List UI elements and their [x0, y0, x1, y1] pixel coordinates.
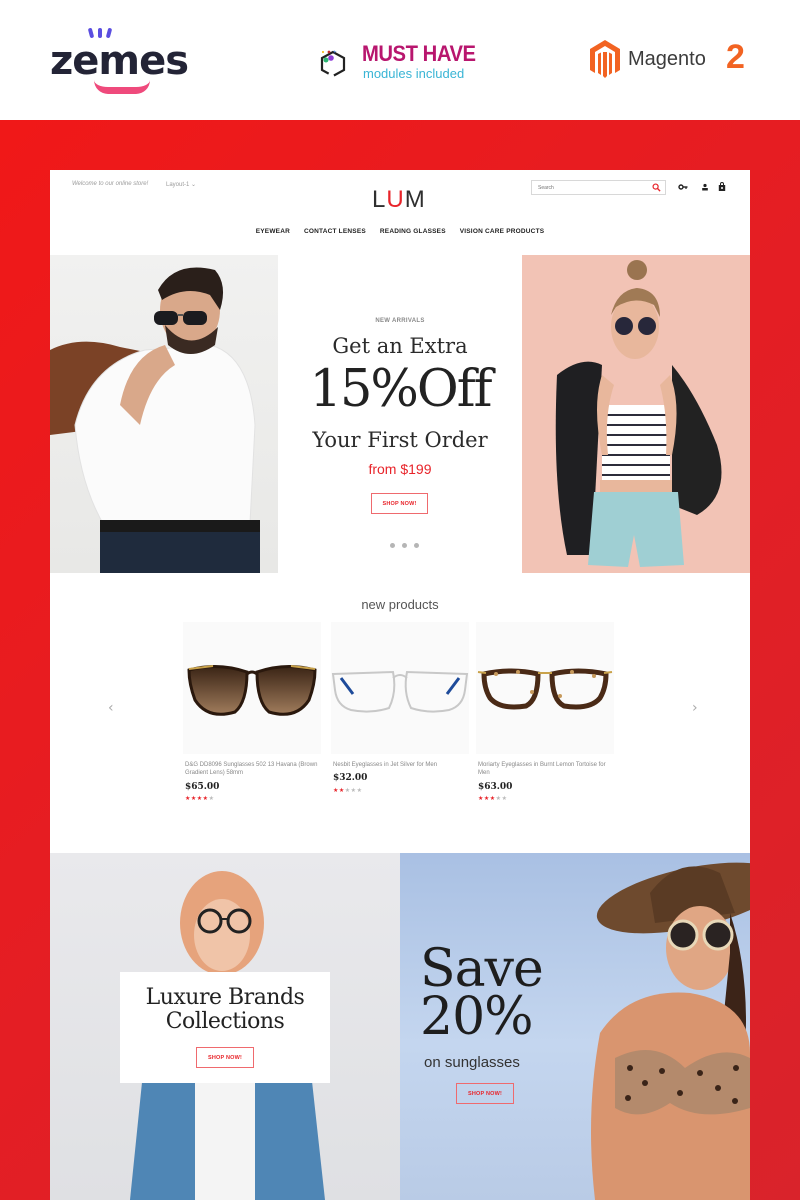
luxury-shop-now-button[interactable]: SHOP NOW!	[196, 1047, 254, 1068]
magento-logo-icon	[590, 40, 620, 78]
product-rating: ★★★★★	[185, 795, 214, 802]
silver-eyeglasses-image	[331, 670, 469, 713]
zemes-smile-icon	[94, 80, 150, 94]
store-page: Welcome to our online store! Layout-1 ⌄ …	[50, 170, 750, 1200]
store-logo[interactable]: LUM	[372, 186, 426, 214]
product-price: $32.00	[333, 773, 368, 783]
promo-header: zemes + MUST HAVE modules included Magen…	[0, 0, 800, 120]
star-empty-icon: ★	[208, 795, 215, 802]
luxury-brands-title: Luxure Brands Collections	[120, 986, 330, 1034]
magento-label: Magento	[628, 48, 706, 70]
hero-headline-line3: Your First Order	[312, 428, 488, 452]
man-photo-illustration	[50, 267, 260, 573]
search-icon[interactable]	[652, 183, 661, 192]
product-price: $65.00	[185, 782, 220, 792]
must-have-subtitle: modules included	[363, 66, 465, 81]
logo-letter-m: M	[404, 186, 426, 213]
product-image[interactable]	[476, 622, 614, 754]
hero-image-woman	[522, 255, 750, 573]
must-have-badge: + MUST HAVE modules included	[318, 40, 488, 84]
welcome-message: Welcome to our online store!	[72, 181, 149, 187]
zemes-logo: zemes	[50, 27, 205, 94]
hero-content: NEW ARRIVALS Get an Extra 15%Off Your Fi…	[278, 255, 522, 573]
zemes-wordmark: zemes	[50, 38, 189, 84]
shopping-bag-icon[interactable]	[717, 182, 727, 192]
hero-slider: NEW ARRIVALS Get an Extra 15%Off Your Fi…	[50, 255, 750, 573]
user-icon[interactable]	[700, 182, 710, 192]
svg-text:+: +	[333, 50, 337, 56]
product-name[interactable]: Moriarty Eyeglasses in Burnt Lemon Torto…	[478, 761, 612, 777]
product-price: $63.00	[478, 782, 513, 792]
nav-item-eyewear[interactable]: EYEWEAR	[256, 228, 290, 235]
main-nav: EYEWEAR CONTACT LENSES READING GLASSES V…	[50, 228, 750, 235]
product-image[interactable]	[183, 622, 321, 754]
hero-discount: 15%Off	[309, 360, 493, 419]
zemes-ticks-icon	[87, 27, 113, 39]
nav-item-contact-lenses[interactable]: CONTACT LENSES	[304, 228, 366, 235]
hero-eyebrow: NEW ARRIVALS	[375, 318, 425, 324]
search-box	[531, 180, 666, 195]
luxury-title-line1: Luxure Brands	[145, 985, 305, 1010]
product-rating: ★★★★★	[333, 787, 362, 794]
slider-dot-2[interactable]	[402, 543, 407, 548]
nav-item-vision-care-products[interactable]: VISION CARE PRODUCTS	[460, 228, 545, 235]
magento-version: 2	[726, 38, 745, 76]
carousel-prev-arrow[interactable]: ‹	[108, 700, 114, 716]
nav-item-reading-glasses[interactable]: READING GLASSES	[380, 228, 446, 235]
product-image[interactable]	[331, 622, 469, 754]
hexagon-modules-icon: +	[320, 50, 346, 78]
layout-switcher-label: Layout-1	[166, 182, 190, 188]
carousel-next-arrow[interactable]: ›	[692, 700, 698, 716]
layout-switcher[interactable]: Layout-1 ⌄	[166, 181, 196, 188]
sale-headline-line2: 20%	[420, 987, 534, 1047]
sale-headline: Save 20%	[420, 943, 544, 1043]
luxury-brands-banner: Luxure Brands Collections SHOP NOW!	[50, 853, 400, 1200]
slider-dot-3[interactable]	[414, 543, 419, 548]
product-name[interactable]: D&G DD8096 Sunglasses 502 13 Havana (Bro…	[185, 761, 319, 777]
hero-image-man	[50, 255, 278, 573]
search-input[interactable]	[538, 183, 648, 193]
luxury-brands-card: Luxure Brands Collections SHOP NOW!	[120, 972, 330, 1083]
luxury-title-line2: Collections	[165, 1009, 285, 1034]
new-products-title: new products	[361, 597, 439, 612]
star-empty-icon: ★	[356, 787, 363, 794]
hero-shop-now-button[interactable]: SHOP NOW!	[371, 493, 428, 514]
sunglasses-sale-banner: Save 20% on sunglasses SHOP NOW!	[400, 853, 750, 1200]
logo-letter-u: U	[386, 186, 405, 213]
key-icon[interactable]	[678, 182, 688, 192]
logo-letter-l: L	[372, 186, 387, 213]
cat-eye-sunglasses-image	[187, 665, 317, 716]
hero-price: from $199	[368, 461, 432, 477]
product-name[interactable]: Nesbit Eyeglasses in Jet Silver for Men	[333, 761, 467, 769]
hero-headline-line1: Get an Extra	[332, 334, 468, 358]
tortoise-eyeglasses-image	[477, 668, 613, 710]
must-have-title: MUST HAVE	[362, 41, 476, 66]
magento-badge: Magento 2	[590, 38, 755, 82]
product-rating: ★★★★★	[478, 795, 507, 802]
sale-subtitle: on sunglasses	[424, 1054, 520, 1071]
woman-photo-illustration	[555, 260, 722, 567]
slider-dots	[383, 543, 423, 549]
slider-dot-1[interactable]	[390, 543, 395, 548]
sale-shop-now-button[interactable]: SHOP NOW!	[456, 1083, 514, 1104]
chevron-down-icon: ⌄	[191, 182, 197, 188]
star-empty-icon: ★	[501, 795, 508, 802]
